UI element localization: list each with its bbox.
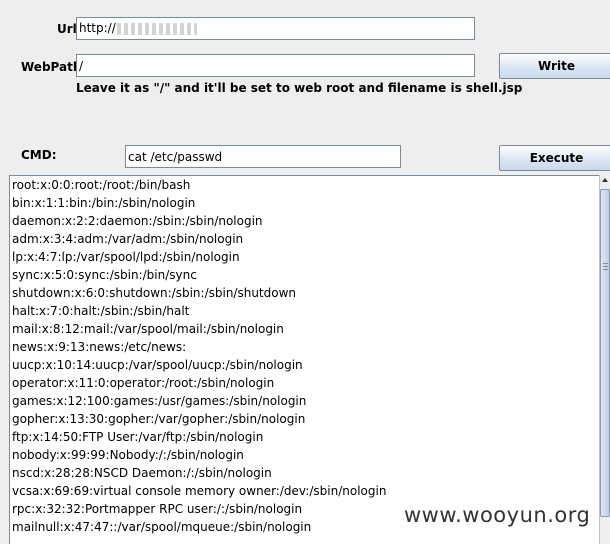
output-line: vcsa:x:69:69:virtual console memory owne…	[12, 484, 387, 498]
output-line: root:x:0:0:root:/root:/bin/bash	[12, 178, 191, 192]
output-line: shutdown:x:6:0:shutdown:/sbin:/sbin/shut…	[12, 286, 297, 300]
output-line: sync:x:5:0:sync:/sbin:/bin/sync	[12, 268, 197, 282]
thumb-grip-line	[603, 263, 608, 264]
write-button[interactable]: Write	[499, 53, 610, 79]
scroll-up-arrow-icon[interactable]	[602, 178, 608, 182]
output-line: bin:x:1:1:bin:/bin:/sbin/nologin	[12, 196, 196, 210]
output-line: halt:x:7:0:halt:/sbin:/sbin/halt	[12, 304, 190, 318]
thumb-grip-line	[603, 266, 608, 267]
url-input-value: http://	[79, 21, 116, 35]
webpath-input[interactable]	[76, 54, 475, 77]
execute-button[interactable]: Execute	[499, 145, 610, 171]
output-line: ftp:x:14:50:FTP User:/var/ftp:/sbin/nolo…	[12, 430, 264, 444]
thumb-grip-line	[603, 269, 608, 270]
cmd-input[interactable]	[125, 145, 401, 168]
output-line: games:x:12:100:games:/usr/games:/sbin/no…	[12, 394, 307, 408]
scrollbar-thumb[interactable]	[600, 189, 610, 517]
output-line: adm:x:3:4:adm:/var/adm:/sbin/nologin	[12, 232, 244, 246]
output-line: operator:x:11:0:operator:/root:/sbin/nol…	[12, 376, 275, 390]
output-line: news:x:9:13:news:/etc/news:	[12, 340, 187, 354]
output-line: nscd:x:28:28:NSCD Daemon:/:/sbin/nologin	[12, 466, 272, 480]
webpath-hint: Leave it as "/" and it'll be set to web …	[76, 81, 523, 95]
output-textarea[interactable]: root:x:0:0:root:/root:/bin/bash bin:x:1:1…	[9, 175, 599, 544]
output-line: nobody:x:99:99:Nobody:/:/sbin/nologin	[12, 448, 244, 462]
watermark: www.wooyun.org	[404, 503, 591, 527]
output-line: daemon:x:2:2:daemon:/sbin:/sbin/nologin	[12, 214, 263, 228]
output-line: mail:x:8:12:mail:/var/spool/mail:/sbin/n…	[12, 322, 284, 336]
output-line: gopher:x:13:30:gopher:/var/gopher:/sbin/…	[12, 412, 306, 426]
output-vertical-scrollbar[interactable]	[599, 175, 610, 544]
url-input[interactable]: http://	[76, 17, 475, 40]
output-line: uucp:x:10:14:uucp:/var/spool/uucp:/sbin/…	[12, 358, 303, 372]
output-line: lp:x:4:7:lp:/var/spool/lpd:/sbin/nologin	[12, 250, 240, 264]
cmd-label: CMD:	[21, 148, 57, 162]
redacted-host	[116, 22, 197, 35]
